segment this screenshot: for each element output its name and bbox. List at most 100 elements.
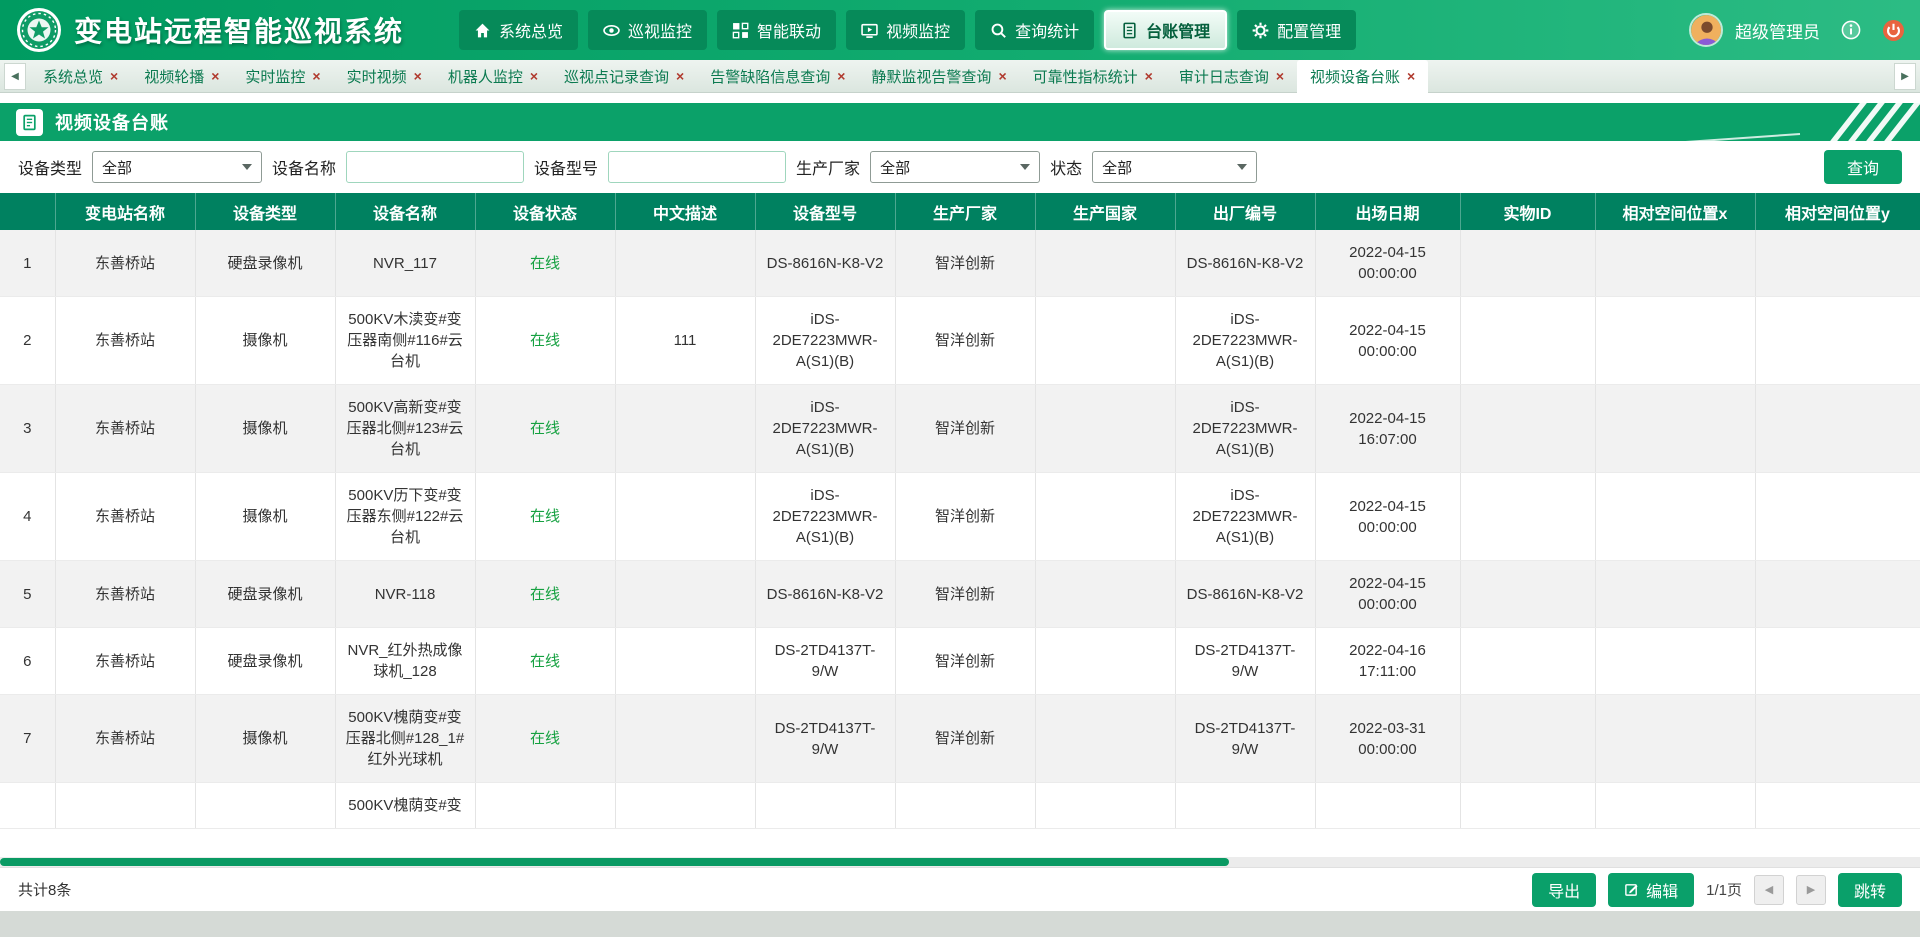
close-icon[interactable]: × xyxy=(998,69,1006,83)
close-icon[interactable]: × xyxy=(211,69,219,83)
device-model-label: 设备型号 xyxy=(534,155,598,179)
table-cell xyxy=(1035,783,1175,829)
power-icon[interactable] xyxy=(1882,19,1904,41)
table-cell xyxy=(1460,695,1595,783)
app-window: 变电站远程智能巡视系统 系统总览 巡视监控智能联动视频监控查询统计台账管理配置管理… xyxy=(0,0,1920,937)
table-cell xyxy=(1755,230,1920,297)
nav-query-statistics[interactable]: 查询统计 xyxy=(975,10,1094,50)
tab-8[interactable]: 可靠性指标统计× xyxy=(1020,60,1166,93)
table-cell xyxy=(1595,385,1755,473)
table-cell xyxy=(1460,783,1595,829)
tab-10[interactable]: 视频设备台账× xyxy=(1297,60,1428,93)
table-cell: 在线 xyxy=(475,473,615,561)
table-cell: 硬盘录像机 xyxy=(195,561,335,628)
table-cell: 在线 xyxy=(475,297,615,385)
linkage-icon xyxy=(732,22,749,39)
nav-label: 系统总览 xyxy=(499,18,563,42)
device-type-select[interactable]: 全部 xyxy=(92,151,262,183)
tab-1[interactable]: 视频轮播× xyxy=(131,60,232,93)
info-icon[interactable] xyxy=(1840,19,1862,41)
close-icon[interactable]: × xyxy=(1276,69,1284,83)
device-name-label: 设备名称 xyxy=(272,155,336,179)
search-icon xyxy=(990,22,1007,39)
horizontal-scrollbar[interactable] xyxy=(0,857,1920,867)
table-cell: 2022-04-15 00:00:00 xyxy=(1315,561,1460,628)
nav-system-overview[interactable]: 系统总览 xyxy=(459,10,578,50)
table-cell xyxy=(1755,695,1920,783)
table-cell xyxy=(1035,561,1175,628)
home-icon xyxy=(474,22,491,39)
status-value: 全部 xyxy=(1102,157,1132,178)
table-cell: 2 xyxy=(0,297,55,385)
tab-9[interactable]: 审计日志查询× xyxy=(1166,60,1297,93)
tab-label: 实时视频 xyxy=(347,66,407,87)
table-cell: iDS-2DE7223MWR-A(S1)(B) xyxy=(1175,473,1315,561)
jump-button[interactable]: 跳转 xyxy=(1838,873,1902,907)
app-title: 变电站远程智能巡视系统 xyxy=(74,10,404,50)
tabs-scroll-left-button[interactable]: ◀ xyxy=(4,63,26,90)
manufacturer-select[interactable]: 全部 xyxy=(870,151,1040,183)
table-cell: 在线 xyxy=(475,385,615,473)
table-cell xyxy=(475,783,615,829)
eye-icon xyxy=(603,22,620,39)
close-icon[interactable]: × xyxy=(110,69,118,83)
nav-video-monitor[interactable]: 视频监控 xyxy=(846,10,965,50)
table-cell: 2022-04-16 17:11:00 xyxy=(1315,628,1460,695)
table-cell xyxy=(1755,783,1920,829)
table-cell xyxy=(1035,230,1175,297)
table-cell: 1 xyxy=(0,230,55,297)
tab-3[interactable]: 实时视频 × xyxy=(334,60,435,93)
tab-6[interactable]: 告警缺陷信息查询 × xyxy=(697,60,858,93)
export-button[interactable]: 导出 xyxy=(1532,873,1596,907)
edit-button[interactable]: 编辑 xyxy=(1608,873,1694,907)
table-cell: 7 xyxy=(0,695,55,783)
user-avatar[interactable] xyxy=(1689,13,1723,47)
table-cell: 摄像机 xyxy=(195,695,335,783)
nav-inspect-monitor[interactable]: 巡视监控 xyxy=(588,10,707,50)
close-icon[interactable]: × xyxy=(530,69,538,83)
column-header: 设备状态 xyxy=(475,193,615,230)
close-icon[interactable]: × xyxy=(676,69,684,83)
status-select[interactable]: 全部 xyxy=(1092,151,1257,183)
table-cell: 在线 xyxy=(475,695,615,783)
table-cell: 东善桥站 xyxy=(55,561,195,628)
table-cell: 6 xyxy=(0,628,55,695)
document-icon xyxy=(16,109,43,136)
nav-config-management[interactable]: 配置管理 xyxy=(1237,10,1356,50)
prev-page-button[interactable]: ◀ xyxy=(1754,875,1784,905)
tab-2[interactable]: 实时监控× xyxy=(232,60,333,93)
table-cell xyxy=(1595,628,1755,695)
table-cell: 500KV槐荫变#变 xyxy=(335,783,475,829)
table-cell: 智洋创新 xyxy=(895,695,1035,783)
tab-4[interactable]: 机器人监控× xyxy=(435,60,551,93)
device-model-input[interactable] xyxy=(608,151,786,183)
device-name-input[interactable] xyxy=(346,151,524,183)
scrollbar-thumb[interactable] xyxy=(0,858,1229,866)
nav-smart-linkage[interactable]: 智能联动 xyxy=(717,10,836,50)
close-icon[interactable]: × xyxy=(837,69,845,83)
table-cell xyxy=(1595,783,1755,829)
query-button[interactable]: 查询 xyxy=(1824,150,1902,184)
close-icon[interactable]: × xyxy=(1407,69,1415,83)
app-logo xyxy=(16,7,62,53)
tabs-scroll-right-button[interactable]: ▶ xyxy=(1894,63,1916,90)
close-icon[interactable]: × xyxy=(312,69,320,83)
nav-ledger-management[interactable]: 台账管理 xyxy=(1104,10,1227,50)
close-icon[interactable]: × xyxy=(414,69,422,83)
user-name: 超级管理员 xyxy=(1735,18,1820,43)
tab-0[interactable]: 系统总览× xyxy=(30,60,131,93)
table-cell xyxy=(1595,230,1755,297)
table-cell: 摄像机 xyxy=(195,473,335,561)
table-cell: 500KV木渎变#变压器南侧#116#云台机 xyxy=(335,297,475,385)
column-header: 变电站名称 xyxy=(55,193,195,230)
table-cell xyxy=(0,783,55,829)
tab-label: 告警缺陷信息查询 xyxy=(710,66,830,87)
next-page-button[interactable]: ▶ xyxy=(1796,875,1826,905)
tab-7[interactable]: 静默监视告警查询× xyxy=(858,60,1019,93)
tab-5[interactable]: 巡视点记录查询× xyxy=(551,60,697,93)
table-cell xyxy=(1035,297,1175,385)
table-cell: iDS-2DE7223MWR-A(S1)(B) xyxy=(755,297,895,385)
table-cell xyxy=(615,230,755,297)
table-cell: 500KV槐荫变#变压器北侧#128_1#红外光球机 xyxy=(335,695,475,783)
close-icon[interactable]: × xyxy=(1145,69,1153,83)
